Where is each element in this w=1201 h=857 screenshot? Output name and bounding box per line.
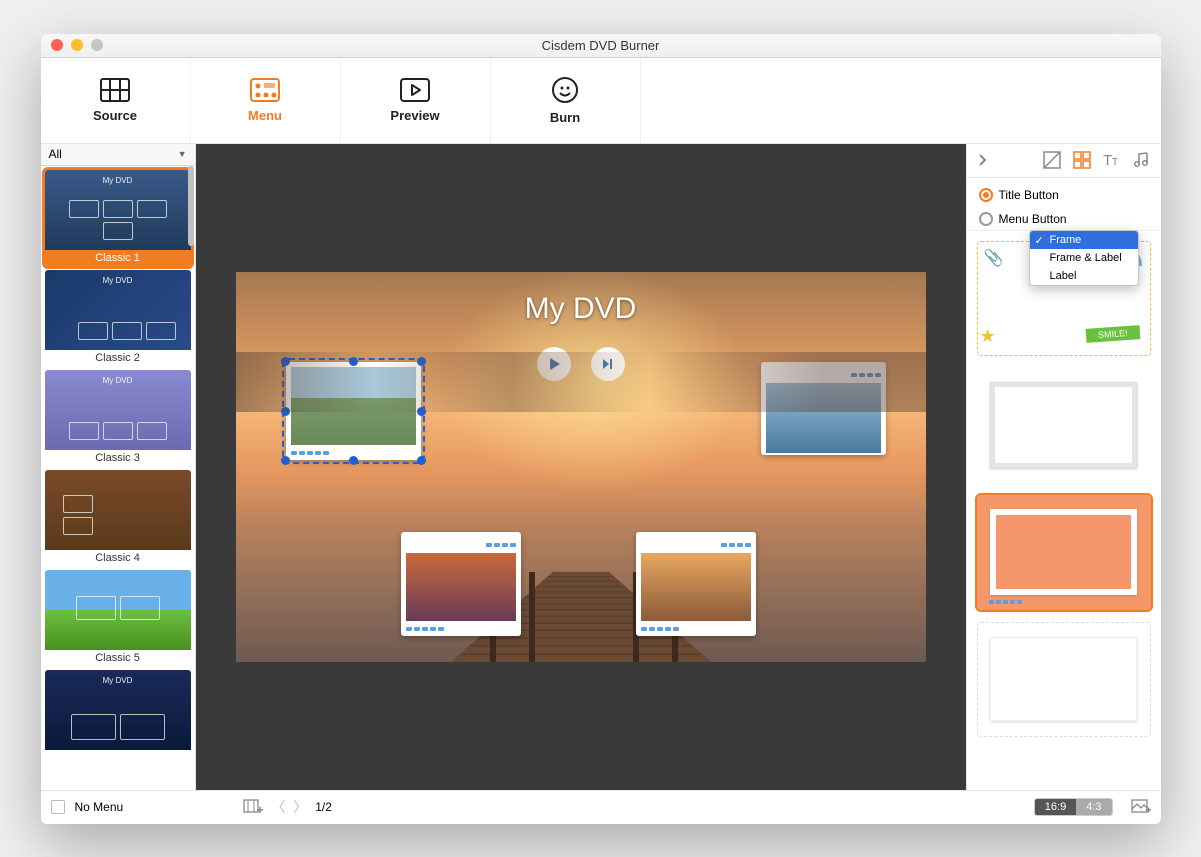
template-filter-dropdown[interactable]: All ▼: [41, 144, 195, 166]
template-filter-label: All: [49, 147, 62, 161]
add-page-icon[interactable]: [243, 799, 263, 815]
template-label: Classic 4: [45, 550, 191, 566]
content-area: All ▼ My DVD Classic 1 My DVD Classic 2 …: [41, 144, 1161, 790]
radio-on-icon: [979, 188, 993, 202]
svg-text:T: T: [1103, 152, 1112, 169]
template-label: Classic 2: [45, 350, 191, 366]
template-label: [45, 750, 191, 754]
dropdown-option-frame[interactable]: Frame: [1030, 231, 1138, 249]
window-title: Cisdem DVD Burner: [41, 38, 1161, 53]
tab-source[interactable]: Source: [41, 58, 191, 143]
templates-scrollbar[interactable]: [188, 166, 194, 246]
chapter-thumbnail-3[interactable]: [401, 532, 521, 636]
frames-list[interactable]: 📎 ★ SMILE!: [967, 231, 1161, 790]
tab-burn-label: Burn: [550, 110, 580, 125]
background-image-button[interactable]: [1131, 799, 1151, 815]
template-item-classic4[interactable]: Classic 4: [45, 470, 191, 566]
frame-style-dropdown[interactable]: Frame Frame & Label Label: [1029, 230, 1139, 286]
ratio-16-9-button[interactable]: 16:9: [1035, 799, 1076, 815]
menu-icon: [250, 78, 280, 102]
properties-tabs: TT: [967, 144, 1161, 178]
preview-icon: [400, 78, 430, 102]
app-window: Cisdem DVD Burner Source Menu Preview B: [41, 34, 1161, 824]
aspect-ratio-toggle: 16:9 4:3: [1034, 798, 1113, 816]
radio-title-label: Title Button: [999, 188, 1059, 202]
chapter-thumbnail-2[interactable]: [761, 362, 886, 455]
chapter-thumbnail-1[interactable]: [286, 362, 421, 460]
tab-menu-label: Menu: [248, 108, 282, 123]
traffic-lights: [51, 39, 103, 51]
next-button[interactable]: [591, 347, 625, 381]
next-page-button[interactable]: 〉: [293, 797, 307, 817]
dropdown-option-frame-label[interactable]: Frame & Label: [1030, 249, 1138, 267]
template-item-classic6[interactable]: My DVD: [45, 670, 191, 754]
tab-text-icon[interactable]: TT: [1103, 151, 1121, 169]
button-type-group: Title Button Menu Button: [967, 178, 1161, 231]
footer-bar: No Menu 〈 〉 1/2 16:9 4:3: [41, 790, 1161, 824]
ratio-4-3-button[interactable]: 4:3: [1076, 799, 1111, 815]
template-item-classic3[interactable]: My DVD Classic 3: [45, 370, 191, 466]
tab-background-icon[interactable]: [1043, 151, 1061, 169]
menu-canvas[interactable]: My DVD: [236, 272, 926, 662]
preview-canvas-area: My DVD: [196, 144, 966, 790]
collapse-panel-button[interactable]: [977, 153, 987, 167]
dvd-play-controls: [236, 347, 926, 381]
page-indicator: 1/2: [315, 800, 332, 814]
frame-item-bevel[interactable]: [977, 368, 1151, 483]
tab-burn[interactable]: Burn: [491, 58, 641, 143]
tab-preview[interactable]: Preview: [341, 58, 491, 143]
radio-title-button[interactable]: Title Button: [979, 188, 1149, 202]
tab-preview-label: Preview: [390, 108, 439, 123]
prev-page-button[interactable]: 〈: [271, 797, 285, 817]
templates-list[interactable]: My DVD Classic 1 My DVD Classic 2 My DVD…: [41, 166, 195, 758]
source-icon: [100, 78, 130, 102]
template-label: Classic 5: [45, 650, 191, 666]
minimize-window-button[interactable]: [71, 39, 83, 51]
template-label: Classic 1: [45, 250, 191, 266]
tab-frames-icon[interactable]: [1073, 151, 1091, 169]
radio-menu-button[interactable]: Menu Button: [979, 212, 1149, 226]
templates-sidebar: All ▼ My DVD Classic 1 My DVD Classic 2 …: [41, 144, 196, 790]
chapter-thumbnail-4[interactable]: [636, 532, 756, 636]
tab-menu[interactable]: Menu: [191, 58, 341, 143]
template-item-classic5[interactable]: Classic 5: [45, 570, 191, 666]
tab-music-icon[interactable]: [1133, 151, 1151, 169]
dvd-menu-title[interactable]: My DVD: [236, 292, 926, 326]
main-toolbar: Source Menu Preview Burn: [41, 58, 1161, 144]
dropdown-option-label[interactable]: Label: [1030, 267, 1138, 285]
chevron-down-icon: ▼: [178, 149, 187, 159]
play-button[interactable]: [537, 347, 571, 381]
maximize-window-button[interactable]: [91, 39, 103, 51]
radio-menu-label: Menu Button: [999, 212, 1067, 226]
radio-off-icon: [979, 212, 993, 226]
svg-text:T: T: [1112, 157, 1118, 168]
no-menu-checkbox[interactable]: [51, 800, 65, 814]
template-label: Classic 3: [45, 450, 191, 466]
template-item-classic2[interactable]: My DVD Classic 2: [45, 270, 191, 366]
title-bar: Cisdem DVD Burner: [41, 34, 1161, 58]
frame-item-orange[interactable]: [977, 495, 1151, 610]
no-menu-label: No Menu: [75, 800, 124, 814]
template-item-classic1[interactable]: My DVD Classic 1: [45, 170, 191, 266]
close-window-button[interactable]: [51, 39, 63, 51]
frame-item-stamp[interactable]: [977, 622, 1151, 737]
tab-source-label: Source: [93, 108, 137, 123]
burn-icon: [551, 76, 579, 104]
